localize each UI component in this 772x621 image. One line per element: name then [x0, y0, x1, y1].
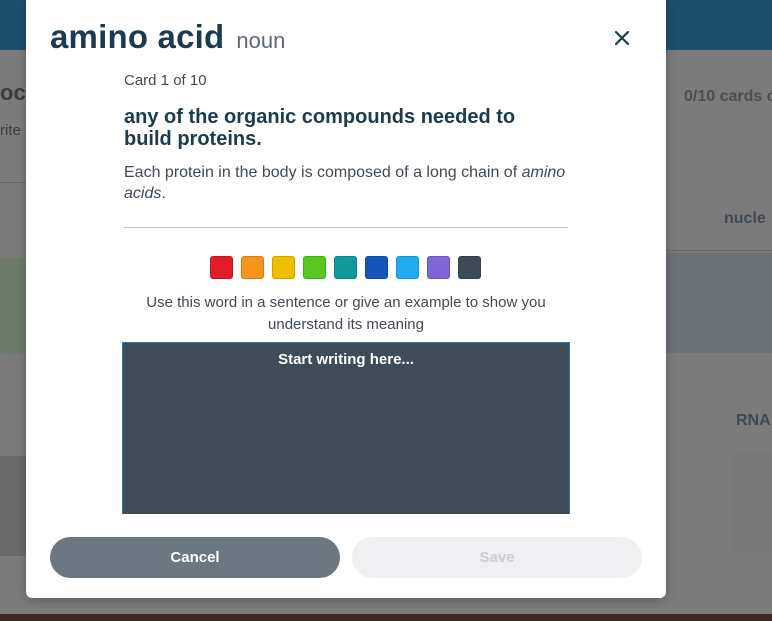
word-title: amino acid — [50, 18, 225, 55]
card-counter: Card 1 of 10 — [124, 72, 207, 89]
background-image — [0, 456, 26, 556]
example-text: Each protein in the body is composed of … — [124, 164, 522, 181]
close-button[interactable] — [610, 26, 634, 50]
part-of-speech: noun — [236, 28, 286, 53]
background-term-nucleotide: nucle — [724, 210, 766, 227]
definition: any of the organic compounds needed to b… — [124, 106, 516, 150]
color-swatch-slate[interactable] — [458, 256, 481, 279]
color-swatch-purple[interactable] — [427, 256, 450, 279]
background-image — [730, 452, 772, 558]
color-swatch-yellow[interactable] — [272, 256, 295, 279]
color-swatch-blue[interactable] — [365, 256, 388, 279]
divider — [124, 227, 568, 228]
background-image — [666, 253, 772, 353]
modal-header: amino acid noun — [50, 18, 285, 56]
example-punctuation: . — [161, 185, 166, 202]
color-swatch-teal[interactable] — [334, 256, 357, 279]
writing-prompt: Use this word in a sentence or give an e… — [146, 294, 546, 333]
background-term-rna: RNA — [736, 412, 771, 429]
background-progress-text: 0/10 cards c — [684, 88, 772, 105]
word-card-modal: amino acid noun Card 1 of 10 any of the … — [26, 0, 666, 598]
background-left-subtitle: rite — [0, 122, 21, 139]
background-image — [0, 258, 26, 354]
color-swatch-sky[interactable] — [396, 256, 419, 279]
cancel-button[interactable]: Cancel — [50, 537, 340, 578]
color-swatch-orange[interactable] — [241, 256, 264, 279]
background-bottom-strip — [0, 614, 772, 621]
color-swatch-green[interactable] — [303, 256, 326, 279]
background-left-title: oc — [0, 80, 26, 105]
save-button[interactable]: Save — [352, 537, 642, 578]
close-icon — [615, 31, 629, 45]
background-divider — [666, 250, 772, 251]
background-divider — [0, 182, 26, 183]
color-swatch-red[interactable] — [210, 256, 233, 279]
example-sentence: Each protein in the body is composed of … — [124, 162, 568, 204]
color-swatch-picker — [210, 256, 481, 279]
sentence-editor[interactable]: Start writing here... — [122, 342, 570, 514]
